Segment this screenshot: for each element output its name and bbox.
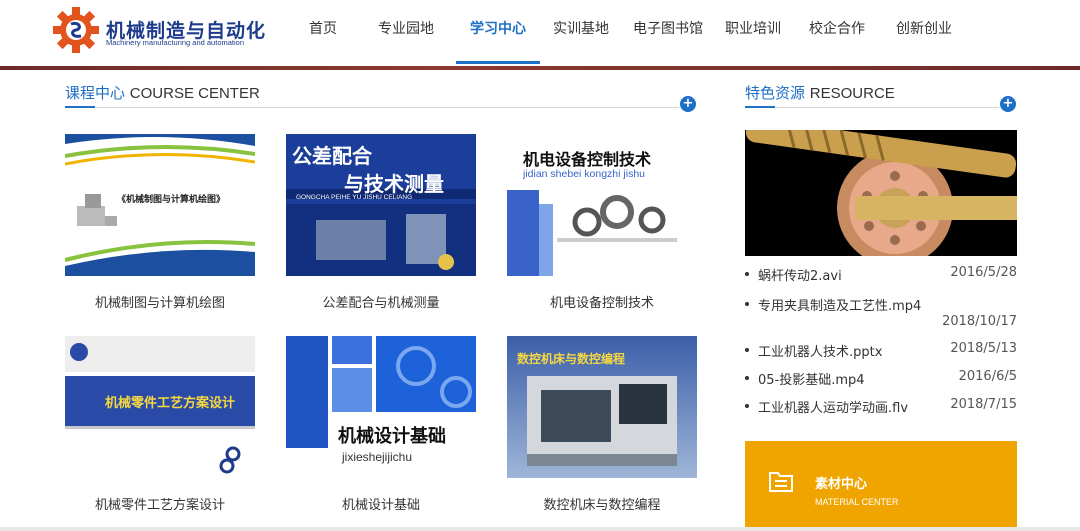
course-thumb: 机械设计基础 jixieshejijichu [286,336,476,478]
nav-home[interactable]: 首页 [290,0,356,64]
course-thumb: 机电设备控制技术 jidian shebei kongzhi jishu [507,134,697,276]
resource-item[interactable]: 专用夹具制造及工艺性.mp4 2018/10/17 [745,295,1017,341]
course-card-design-basics[interactable]: 机械设计基础 jixieshejijichu 机械设计基础 [286,336,476,516]
resource-date: 2018/7/15 [950,397,1017,412]
nav-school-enterprise[interactable]: 校企合作 [792,0,882,64]
course-label: 机械设计基础 [341,498,420,513]
course-thumb-text-2: jidian shebei kongzhi jishu [523,168,645,180]
resource-date: 2018/5/13 [950,341,1017,356]
course-thumb: 数控机床与数控编程 [507,336,697,478]
resource-more-button[interactable]: + [1000,96,1016,112]
resource-heading: 特色资源 RESOURCE [745,72,1017,108]
nav-learning-center[interactable]: 学习中心 [456,0,540,64]
course-thumb-text-3: GONGCHA PEIHE YU JISHU CELIANG [296,194,413,201]
course-thumb-text-1: 公差配合 [292,144,372,168]
nav-training-base[interactable]: 实训基地 [540,0,622,64]
header-divider [0,66,1080,70]
resource-title-cn: 特色资源 [745,84,806,102]
material-title-en: MATERIAL CENTER [815,497,899,507]
resource-item[interactable]: 05-投影基础.mp4 2016/6/5 [745,369,1017,397]
material-title-cn: 素材中心 [815,477,868,492]
resource-name: 工业机器人技术.pptx [758,345,883,360]
gear-logo-icon [53,7,99,53]
worm-gear-icon [745,130,1017,256]
course-label: 数控机床与数控编程 [543,498,661,513]
course-card-tolerance[interactable]: 公差配合 与技术测量 GONGCHA PEIHE YU JISHU CELIAN… [286,134,476,314]
course-thumb-text: 机械零件工艺方案设计 [105,396,236,411]
course-card-electromechanical[interactable]: 机电设备控制技术 jidian shebei kongzhi jishu 机电设… [507,134,697,314]
course-label: 机械制图与计算机绘图 [94,296,225,311]
course-center-heading: 课程中心 COURSE CENTER [65,72,697,108]
material-center-button[interactable]: 素材中心 MATERIAL CENTER [745,441,1017,531]
resource-list: 蜗杆传动2.avi 2016/5/28 专用夹具制造及工艺性.mp4 2018/… [745,265,1017,425]
resource-featured-image[interactable] [745,130,1017,256]
folder-list-icon [769,472,793,492]
course-thumb: 《机械制图与计算机绘图》 [65,134,255,276]
resource-item[interactable]: 蜗杆传动2.avi 2016/5/28 [745,265,1017,295]
resource-item[interactable]: 工业机器人技术.pptx 2018/5/13 [745,341,1017,369]
course-label: 机械零件工艺方案设计 [94,498,225,513]
resource-name: 05-投影基础.mp4 [758,373,865,388]
course-thumb-text-2: jixieshejijichu [342,450,413,464]
footer-divider [0,527,1080,531]
course-center-title-cn: 课程中心 [65,84,126,102]
resource-item[interactable]: 工业机器人运动学动画.flv 2018/7/15 [745,397,1017,425]
course-thumb: 公差配合 与技术测量 GONGCHA PEIHE YU JISHU CELIAN… [286,134,476,276]
nav-innovation[interactable]: 创新创业 [882,0,966,64]
course-thumb-text: 《机械制图与计算机绘图》 [117,195,226,205]
resource-name: 蜗杆传动2.avi [758,269,842,284]
resource-date: 2018/10/17 [942,314,1017,329]
logo-subtitle: Machinery manufacturing and automation [106,38,244,47]
course-more-button[interactable]: + [680,96,696,112]
resource-name: 工业机器人运动学动画.flv [758,401,909,416]
course-thumb-text-1: 机械设计基础 [338,426,446,447]
resource-date: 2016/5/28 [950,265,1017,280]
resource-date: 2016/6/5 [958,369,1017,384]
nav-major-garden[interactable]: 专业园地 [356,0,456,64]
course-thumb-text-2: 与技术测量 [344,172,444,196]
course-label: 机电设备控制技术 [549,296,654,311]
course-card-cnc[interactable]: 数控机床与数控编程 数控机床与数控编程 [507,336,697,516]
nav-e-library[interactable]: 电子图书馆 [622,0,714,64]
course-card-parts-process[interactable]: 机械零件工艺方案设计 机械零件工艺方案设计 [65,336,255,516]
course-center-title-en: COURSE CENTER [129,85,260,102]
course-card-drawing[interactable]: 《机械制图与计算机绘图》 机械制图与计算机绘图 [65,134,255,314]
course-label: 公差配合与机械测量 [322,296,440,311]
nav-vocational-training[interactable]: 职业培训 [714,0,792,64]
resource-name: 专用夹具制造及工艺性.mp4 [758,299,922,314]
site-logo[interactable]: 机械制造与自动化 Machinery manufacturing and aut… [52,6,265,54]
main-nav: 首页 专业园地 学习中心 实训基地 电子图书馆 职业培训 校企合作 创新创业 [290,0,966,64]
resource-title-en: RESOURCE [809,85,895,102]
course-thumb: 机械零件工艺方案设计 [65,336,255,478]
site-header: 机械制造与自动化 Machinery manufacturing and aut… [0,0,1080,66]
course-thumb-text: 数控机床与数控编程 [517,352,626,366]
course-thumb-text-1: 机电设备控制技术 [523,150,652,169]
